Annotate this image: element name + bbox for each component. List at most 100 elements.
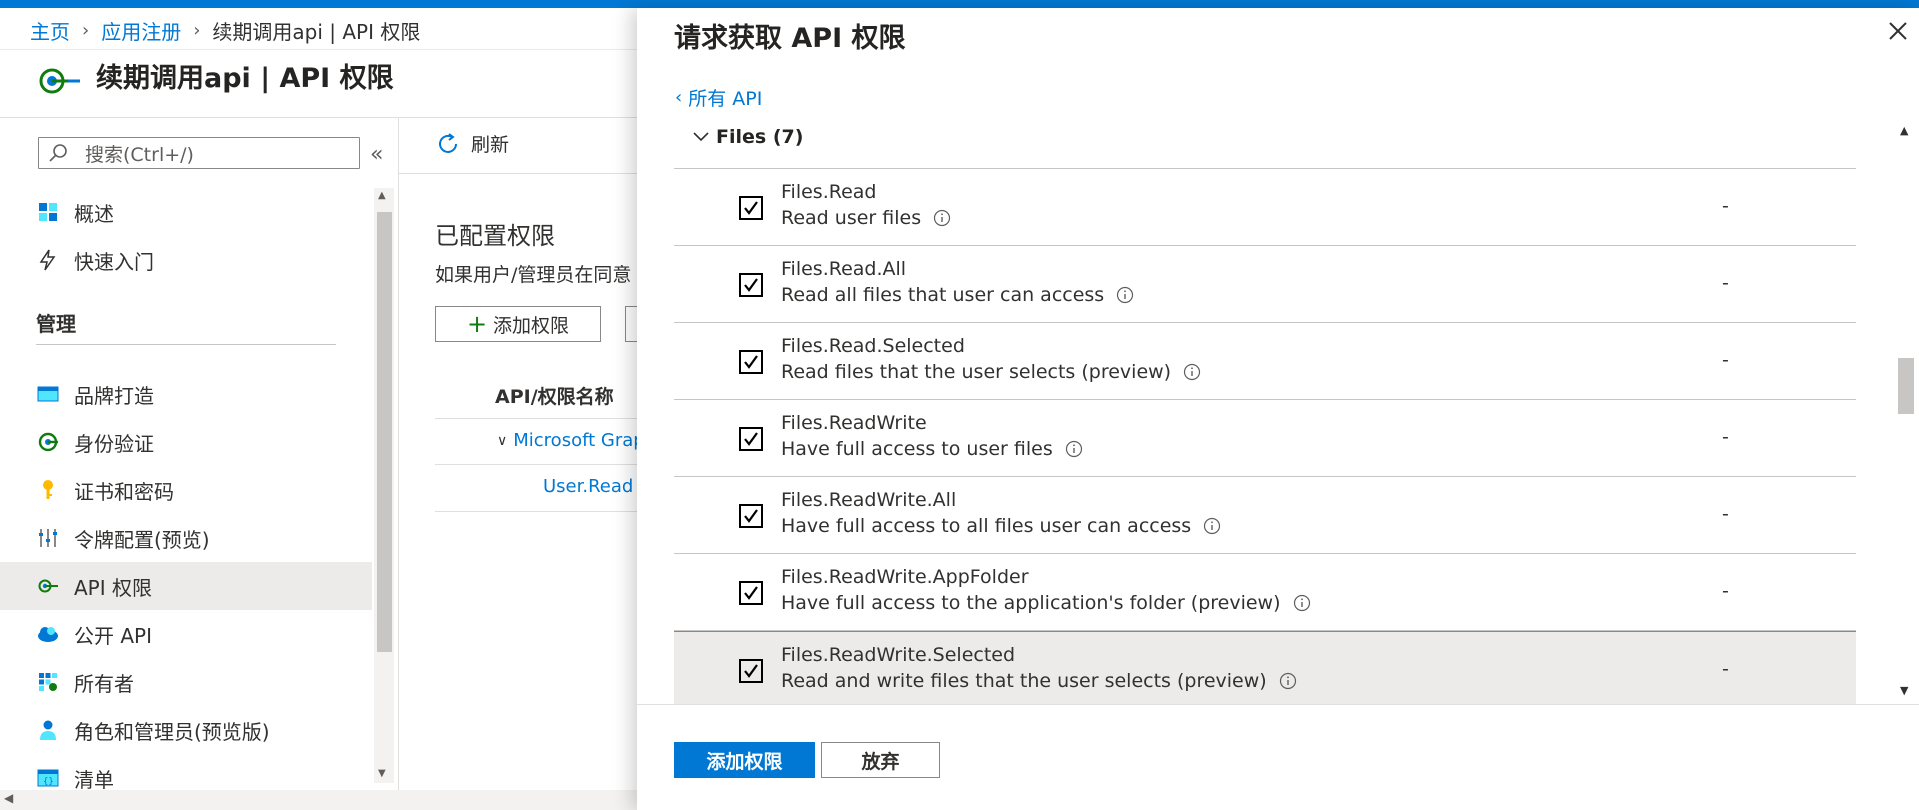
section-divider — [36, 344, 336, 345]
horizontal-scrollbar[interactable]: ◀ — [0, 790, 640, 810]
panel-scrollbar[interactable]: ▲ ▼ — [1895, 118, 1915, 704]
scroll-down-arrow-icon[interactable]: ▼ — [378, 768, 386, 779]
sidebar-item-quickstart[interactable]: 快速入门 — [0, 236, 372, 284]
permission-description-text: Have full access to user files — [781, 438, 1053, 460]
cloud-api-icon — [36, 622, 60, 646]
sidebar-item-label: API 权限 — [74, 575, 152, 600]
permission-name: Files.Read — [781, 181, 877, 203]
double-chevron-left-icon[interactable]: « — [370, 142, 383, 167]
close-icon[interactable] — [1883, 16, 1913, 46]
checkmark-icon — [744, 664, 758, 678]
footer-divider — [637, 704, 1919, 705]
info-icon[interactable] — [1293, 594, 1311, 612]
permission-checkbox[interactable] — [739, 659, 763, 683]
info-icon[interactable] — [1279, 672, 1297, 690]
admin-consent-value: - — [1722, 272, 1729, 294]
files-group-header[interactable]: Files (7) — [692, 126, 803, 148]
breadcrumb-current: 续期调用api | API 权限 — [212, 20, 421, 44]
permission-row[interactable]: Files.ReadWrite Have full access to user … — [674, 400, 1856, 477]
permission-checkbox[interactable] — [739, 273, 763, 297]
permission-name: Files.ReadWrite.AppFolder — [781, 566, 1029, 588]
lightning-icon — [36, 248, 60, 272]
permission-user-read-link[interactable]: User.Read — [543, 476, 633, 497]
sidebar-item-label: 清单 — [74, 767, 114, 792]
page-title: 续期调用api | API 权限 — [96, 63, 394, 94]
chevron-right-icon: › — [82, 20, 90, 41]
scrollbar-thumb[interactable] — [1898, 358, 1914, 414]
search-input[interactable]: 搜索(Ctrl+/) — [38, 137, 360, 169]
sidebar-item-label: 概述 — [74, 201, 114, 226]
info-icon[interactable] — [1116, 286, 1134, 304]
permission-row[interactable]: Files.Read Read user files - — [674, 169, 1856, 246]
discard-button[interactable]: 放弃 — [821, 742, 940, 778]
sidebar-item-api-permissions[interactable]: API 权限 — [0, 562, 372, 610]
permission-name: Files.Read.Selected — [781, 335, 965, 357]
permission-row[interactable]: Files.Read.Selected Read files that the u… — [674, 323, 1856, 400]
manifest-icon: {} — [36, 766, 60, 790]
toolbar-divider — [399, 173, 639, 174]
checkmark-icon — [744, 586, 758, 600]
sidebar-item-certificates[interactable]: 证书和密码 — [0, 466, 372, 514]
all-apis-back-link[interactable]: ‹ 所有 API — [675, 84, 762, 111]
info-icon[interactable] — [933, 209, 951, 227]
sidebar-item-roles-admins[interactable]: 角色和管理员(预览版) — [0, 706, 372, 754]
info-icon[interactable] — [1065, 440, 1083, 458]
sidebar-item-label: 公开 API — [74, 623, 152, 648]
refresh-button[interactable]: 刷新 — [435, 130, 509, 157]
info-icon[interactable] — [1183, 363, 1201, 381]
scrollbar-thumb[interactable] — [377, 212, 392, 652]
permission-description: Read all files that user can access — [781, 284, 1134, 306]
sidebar-item-authentication[interactable]: 身份验证 — [0, 418, 372, 466]
sidebar-item-token-config[interactable]: 令牌配置(预览) — [0, 514, 372, 562]
permission-name: Files.ReadWrite.All — [781, 489, 957, 511]
chevron-down-icon: ∨ — [497, 432, 508, 449]
owners-grid-icon — [36, 670, 60, 694]
permission-row[interactable]: Files.ReadWrite.AppFolder Have full acces… — [674, 554, 1856, 631]
permission-checkbox[interactable] — [739, 581, 763, 605]
admin-consent-value: - — [1722, 195, 1729, 217]
add-permission-button[interactable]: + 添加权限 — [435, 306, 601, 342]
checkmark-icon — [744, 432, 758, 446]
scroll-down-arrow-icon[interactable]: ▼ — [1900, 684, 1908, 697]
permission-checkbox[interactable] — [739, 350, 763, 374]
app-registration-icon — [39, 68, 80, 94]
permission-description: Have full access to the application's fo… — [781, 592, 1311, 614]
permission-description-text: Have full access to all files user can a… — [781, 515, 1192, 537]
sidebar-item-owners[interactable]: 所有者 — [0, 658, 372, 706]
search-icon — [49, 144, 67, 162]
refresh-label: 刷新 — [471, 134, 510, 156]
sidebar-item-label: 令牌配置(预览) — [74, 527, 210, 552]
sidebar-item-expose-api[interactable]: 公开 API — [0, 610, 372, 658]
add-permissions-button[interactable]: 添加权限 — [674, 742, 815, 778]
permission-row[interactable]: Files.ReadWrite.All Have full access to a… — [674, 477, 1856, 554]
permission-list: Files (7) Files.Read Read user files - File… — [637, 118, 1899, 704]
group-label: Microsoft Grap — [513, 430, 645, 451]
scroll-up-arrow-icon[interactable]: ▲ — [378, 190, 386, 201]
permission-description-text: Read files that the user selects (previe… — [781, 361, 1172, 383]
api-permission-icon — [36, 574, 60, 598]
sidebar-item-overview[interactable]: 概述 — [0, 188, 372, 236]
scroll-up-arrow-icon[interactable]: ▲ — [1900, 124, 1908, 137]
admin-consent-value: - — [1722, 349, 1729, 371]
breadcrumb-home-link[interactable]: 主页 — [30, 16, 70, 45]
permission-checkbox[interactable] — [739, 427, 763, 451]
chevron-right-icon: › — [193, 20, 201, 41]
permission-checkbox[interactable] — [739, 196, 763, 220]
microsoft-graph-group-link[interactable]: ∨ Microsoft Grap — [497, 430, 645, 451]
permission-checkbox[interactable] — [739, 504, 763, 528]
sidebar-scrollbar[interactable]: ▲ ▼ — [374, 188, 394, 783]
permission-row[interactable]: Files.ReadWrite.Selected Read and write f… — [674, 631, 1856, 704]
sidebar-item-label: 身份验证 — [74, 431, 154, 456]
scroll-left-arrow-icon[interactable]: ◀ — [4, 791, 13, 805]
sidebar-item-branding[interactable]: 品牌打造 — [0, 370, 372, 418]
permission-description: Read and write files that the user selec… — [781, 670, 1297, 692]
permission-name: Files.ReadWrite — [781, 412, 927, 434]
sidebar-item-label: 角色和管理员(预览版) — [74, 719, 270, 744]
plus-icon: + — [466, 310, 488, 338]
permission-name: Files.ReadWrite.Selected — [781, 644, 1016, 666]
permission-row[interactable]: Files.Read.All Read all files that user c… — [674, 246, 1856, 323]
checkmark-icon — [744, 278, 758, 292]
key-icon — [36, 478, 60, 502]
info-icon[interactable] — [1203, 517, 1221, 535]
breadcrumb-app-registrations-link[interactable]: 应用注册 — [101, 16, 181, 45]
